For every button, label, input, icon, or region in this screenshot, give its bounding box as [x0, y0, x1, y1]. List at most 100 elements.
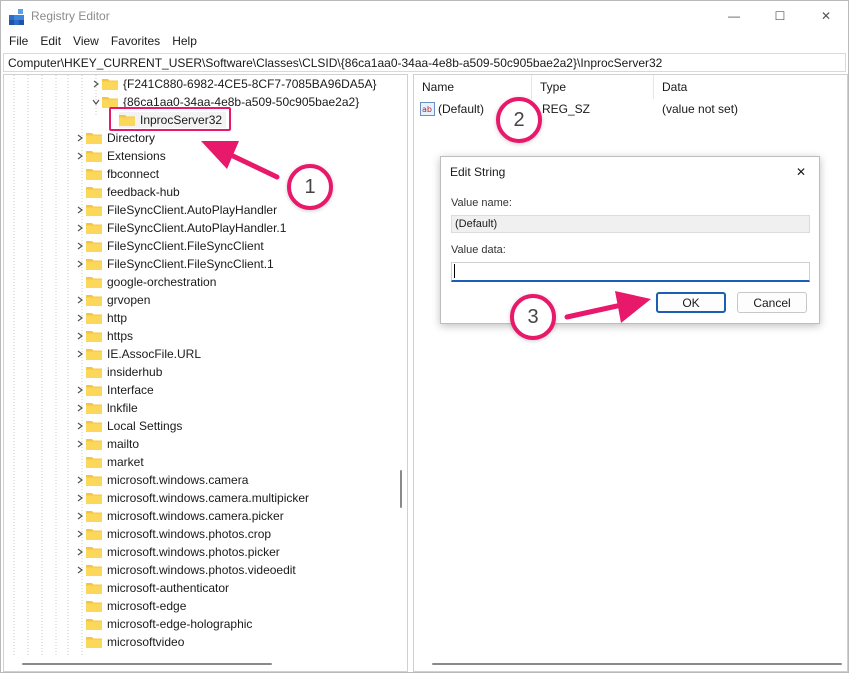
tree-item[interactable]: microsoft-edge-holographic: [74, 615, 252, 633]
tree-item-label: market: [107, 455, 144, 469]
registry-tree-pane[interactable]: {F241C880-6982-4CE5-8CF7-7085BA96DA5A} {8…: [3, 74, 408, 672]
tree-item[interactable]: FileSyncClient.FileSyncClient.1: [74, 255, 274, 273]
tree-item[interactable]: microsoft-authenticator: [74, 579, 229, 597]
tree-item[interactable]: microsoft.windows.photos.videoedit: [74, 561, 296, 579]
no-chevron: [74, 579, 86, 597]
edit-string-dialog: Edit String ✕ Value name: (Default) Valu…: [440, 156, 820, 324]
folder-icon: [86, 384, 102, 396]
folder-icon: [86, 132, 102, 144]
minimize-button[interactable]: —: [711, 1, 757, 31]
chevron-right-icon[interactable]: [74, 309, 86, 327]
menu-edit[interactable]: Edit: [34, 32, 67, 52]
tree-item[interactable]: Interface: [74, 381, 154, 399]
tree-item-label: FileSyncClient.FileSyncClient.1: [107, 257, 274, 271]
menu-help[interactable]: Help: [166, 32, 203, 52]
tree-item[interactable]: IE.AssocFile.URL: [74, 345, 201, 363]
menu-favorites[interactable]: Favorites: [105, 32, 166, 52]
tree-horizontal-scrollbar[interactable]: [22, 663, 272, 665]
tree-item[interactable]: http: [74, 309, 127, 327]
tree-item-clsid[interactable]: {F241C880-6982-4CE5-8CF7-7085BA96DA5A}: [90, 75, 377, 93]
chevron-right-icon[interactable]: [74, 219, 86, 237]
tree-item[interactable]: insiderhub: [74, 363, 162, 381]
tree-item-label: fbconnect: [107, 167, 160, 181]
value-data: (value not set): [662, 102, 739, 116]
chevron-right-icon[interactable]: [74, 201, 86, 219]
dialog-close-button[interactable]: ✕: [791, 162, 811, 182]
chevron-right-icon[interactable]: [74, 345, 86, 363]
tree-item-label: FileSyncClient.FileSyncClient: [107, 239, 264, 253]
tree-item[interactable]: microsoft.windows.camera.picker: [74, 507, 284, 525]
tree-item[interactable]: microsoft-edge: [74, 597, 186, 615]
chevron-right-icon[interactable]: [74, 129, 86, 147]
tree-item[interactable]: Local Settings: [74, 417, 182, 435]
annotation-step-3: 3: [510, 294, 556, 340]
tree-item-label: https: [107, 329, 134, 343]
tree-vertical-scrollbar[interactable]: [400, 470, 402, 508]
value-name-field: (Default): [451, 215, 810, 233]
chevron-right-icon[interactable]: [74, 507, 86, 525]
value-row[interactable]: ab (Default) REG_SZ (value not set): [414, 100, 847, 120]
chevron-right-icon[interactable]: [74, 417, 86, 435]
tree-item[interactable]: microsoft.windows.photos.picker: [74, 543, 280, 561]
tree-item[interactable]: lnkfile: [74, 399, 138, 417]
tree-item[interactable]: Extensions: [74, 147, 166, 165]
chevron-right-icon[interactable]: [74, 561, 86, 579]
menu-bar: File Edit View Favorites Help: [1, 32, 848, 52]
tree-item[interactable]: Directory: [74, 129, 155, 147]
tree-item[interactable]: microsoft.windows.camera: [74, 471, 248, 489]
cancel-button[interactable]: Cancel: [737, 292, 807, 313]
tree-item[interactable]: FileSyncClient.FileSyncClient: [74, 237, 264, 255]
tree-item-label: lnkfile: [107, 401, 138, 415]
address-bar[interactable]: Computer\HKEY_CURRENT_USER\Software\Clas…: [3, 53, 846, 72]
folder-icon: [86, 636, 102, 648]
selected-key-label: InprocServer32: [140, 113, 223, 127]
dialog-title: Edit String: [450, 165, 506, 179]
chevron-right-icon[interactable]: [74, 381, 86, 399]
chevron-right-icon[interactable]: [74, 471, 86, 489]
column-header-name[interactable]: Name: [414, 75, 532, 99]
chevron-right-icon[interactable]: [74, 543, 86, 561]
folder-icon: [119, 114, 135, 126]
minimize-icon: —: [728, 9, 740, 23]
tree-item-label: feedback-hub: [107, 185, 180, 199]
folder-icon: [86, 168, 102, 180]
close-button[interactable]: ✕: [803, 1, 849, 31]
value-data-input[interactable]: [451, 262, 810, 282]
values-horizontal-scrollbar[interactable]: [432, 663, 842, 665]
chevron-down-icon[interactable]: [90, 93, 102, 111]
folder-icon: [86, 312, 102, 324]
chevron-right-icon[interactable]: [74, 147, 86, 165]
menu-view[interactable]: View: [67, 32, 105, 52]
chevron-right-icon[interactable]: [74, 435, 86, 453]
ok-button[interactable]: OK: [656, 292, 726, 313]
menu-file[interactable]: File: [3, 32, 34, 52]
tree-item[interactable]: microsoftvideo: [74, 633, 184, 651]
chevron-right-icon[interactable]: [74, 255, 86, 273]
tree-item[interactable]: FileSyncClient.AutoPlayHandler.1: [74, 219, 286, 237]
no-chevron: [74, 165, 86, 183]
chevron-right-icon[interactable]: [74, 237, 86, 255]
tree-item[interactable]: feedback-hub: [74, 183, 180, 201]
tree-item[interactable]: FileSyncClient.AutoPlayHandler: [74, 201, 277, 219]
tree-item[interactable]: microsoft.windows.photos.crop: [74, 525, 271, 543]
chevron-right-icon[interactable]: [90, 75, 102, 93]
tree-item-label: google-orchestration: [107, 275, 217, 289]
tree-item[interactable]: mailto: [74, 435, 139, 453]
tree-item-label: IE.AssocFile.URL: [107, 347, 202, 361]
column-header-data[interactable]: Data: [654, 75, 847, 99]
tree-item[interactable]: google-orchestration: [74, 273, 216, 291]
maximize-button[interactable]: ☐: [757, 1, 803, 31]
tree-item[interactable]: market: [74, 453, 144, 471]
column-header-type[interactable]: Type: [532, 75, 654, 99]
tree-item[interactable]: microsoft.windows.camera.multipicker: [74, 489, 309, 507]
tree-item[interactable]: https: [74, 327, 133, 345]
chevron-right-icon[interactable]: [74, 327, 86, 345]
selected-key-highlight[interactable]: InprocServer32: [109, 107, 231, 131]
chevron-right-icon[interactable]: [74, 399, 86, 417]
selected-key[interactable]: InprocServer32: [119, 112, 227, 128]
tree-item[interactable]: grvopen: [74, 291, 150, 309]
chevron-right-icon[interactable]: [74, 291, 86, 309]
chevron-right-icon[interactable]: [74, 489, 86, 507]
tree-item[interactable]: fbconnect: [74, 165, 159, 183]
chevron-right-icon[interactable]: [74, 525, 86, 543]
